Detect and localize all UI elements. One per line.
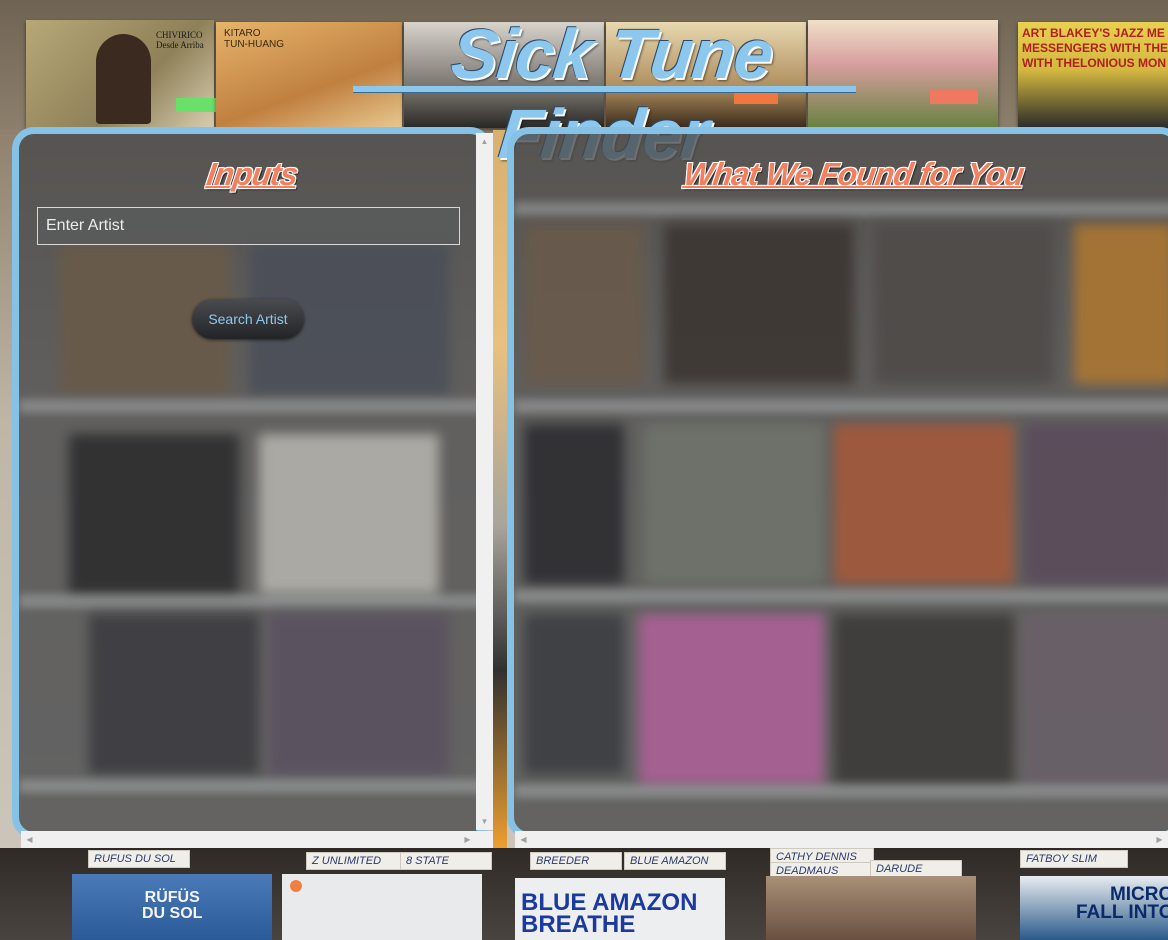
scroll-right-arrow-icon[interactable]: ▶ [1151,831,1168,848]
background-sleeve [766,876,976,940]
background-album-text: KITARO TUN-HUANG [224,28,284,50]
artist-search-input[interactable] [37,207,460,245]
background-sleeve-text: RÜFÜS DU SOL [142,889,203,922]
background-sleeve-text: BLUE AMAZON BREATHE [521,889,698,938]
scroll-left-arrow-icon[interactable]: ◀ [21,831,38,848]
bin-divider-card: 8 STATE [400,852,492,870]
app-title: Sick Tune Finder [447,15,777,173]
bin-divider-card: BLUE AMAZON [624,852,726,870]
results-heading: What We Found for You [681,156,1026,192]
background-sleeve: RÜFÜS DU SOL [72,874,272,940]
bin-divider-card: FATBOY SLIM [1020,850,1128,868]
background-sleeve-text: MICRO FALL INTO ME [1076,884,1168,923]
scroll-up-arrow-icon[interactable]: ▲ [476,133,493,150]
scroll-down-arrow-icon[interactable]: ▼ [476,813,493,830]
bin-divider-card: Z UNLIMITED [306,852,402,870]
bin-divider-card: BREEDER [530,852,622,870]
background-sleeve: MICRO FALL INTO ME [1020,876,1168,940]
scroll-left-arrow-icon[interactable]: ◀ [515,831,532,848]
results-panel-horizontal-scrollbar[interactable]: ◀ ▶ [515,831,1168,848]
app-title-underline [353,86,856,93]
background-sleeve: BLUE AMAZON BREATHE [515,878,725,940]
scrollbar-corner [476,831,493,848]
bin-divider-card: RUFUS DU SOL [88,850,190,868]
background-album: CHIVIRICO Desde Arriba [26,20,220,128]
background-sleeve [282,874,482,940]
search-artist-button[interactable]: Search Artist [192,299,304,339]
background-album-sliver [493,130,507,850]
inputs-panel: Inputs Search Artist [12,127,492,839]
background-record-bins: RUFUS DU SOL Z UNLIMITED 8 STATE BREEDER… [0,848,1168,940]
inputs-panel-horizontal-scrollbar[interactable]: ◀ ▶ [21,831,476,848]
background-album: ART BLAKEY'S JAZZ ME MESSENGERS WITH THE… [1018,22,1168,128]
inputs-panel-vertical-scrollbar[interactable]: ▲ ▼ [476,133,493,830]
background-album-text: ART BLAKEY'S JAZZ ME MESSENGERS WITH THE… [1022,26,1168,70]
results-panel: What We Found for You [507,127,1168,839]
background-album-text: CHIVIRICO Desde Arriba [156,30,204,50]
inputs-heading: Inputs [204,156,300,192]
results-panel-blurred-background [514,134,1168,832]
scroll-right-arrow-icon[interactable]: ▶ [459,831,476,848]
